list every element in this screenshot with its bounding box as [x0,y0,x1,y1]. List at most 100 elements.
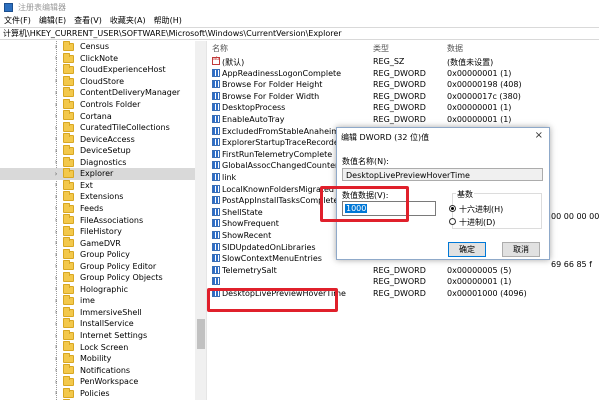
folder-icon [63,306,74,317]
expand-chevron-icon[interactable]: › [52,158,60,166]
tree-item[interactable]: › Internet Settings [0,329,195,342]
tree-item[interactable]: › InstallService [0,318,195,330]
expand-chevron-icon[interactable]: › [52,320,60,328]
column-header-data[interactable]: 数据 [447,43,463,54]
tree-item[interactable]: › Diagnostics [0,156,195,169]
expand-chevron-icon[interactable]: › [52,297,60,305]
table-row[interactable]: Browse For Folder Height REG_DWORD 0x00000… [208,78,599,90]
tree-item[interactable]: › ClickNote [0,52,195,65]
menu-item-2[interactable]: 查看(V) [74,15,102,26]
menu-item-0[interactable]: 文件(F) [4,15,31,26]
dec-radio[interactable] [449,218,456,225]
table-row[interactable]: TelemetrySalt REG_DWORD 0x00000005 (5) [208,264,599,276]
tree-item[interactable]: › DeviceAccess [0,133,195,145]
expand-chevron-icon[interactable]: › [52,216,60,224]
expand-chevron-icon[interactable]: › [52,89,60,97]
hex-radio-label[interactable]: 十六进制(H) [459,204,503,215]
expand-chevron-icon[interactable]: › [52,262,60,270]
value-name: EnableAutoTray [222,115,285,124]
expand-chevron-icon[interactable]: › [52,124,60,132]
tree-item[interactable]: › Group Policy Editor [0,260,195,272]
expand-chevron-icon[interactable]: › [52,366,60,374]
dec-radio-label[interactable]: 十进制(D) [459,217,495,228]
tree-item[interactable]: › DeviceSetup [0,144,195,157]
tree-item[interactable]: › CloudExperienceHost [0,64,195,76]
tree-item[interactable]: › Notifications [0,364,195,376]
tree-item[interactable]: › Census [0,41,195,53]
tree-item[interactable]: › GameDVR [0,237,195,249]
tree-item[interactable]: › Extensions [0,191,195,203]
expand-chevron-icon[interactable]: › [52,43,60,51]
expand-chevron-icon[interactable]: › [52,343,60,351]
expand-chevron-icon[interactable]: › [52,66,60,74]
cancel-button[interactable]: 取消 [502,242,540,257]
expand-chevron-icon[interactable]: › [52,54,60,62]
expand-chevron-icon[interactable]: › [52,274,60,282]
expand-chevron-icon[interactable]: › [52,101,60,109]
expand-chevron-icon[interactable]: › [52,170,60,178]
hex-radio[interactable] [449,205,456,212]
tree-item[interactable]: › ImmersiveShell [0,306,195,319]
expand-chevron-icon[interactable]: › [52,147,60,155]
expand-chevron-icon[interactable]: › [52,112,60,120]
tree-item[interactable]: › Ext [0,179,195,192]
table-row[interactable]: AppReadinessLogonComplete REG_DWORD 0x0000… [208,67,599,79]
expand-chevron-icon[interactable]: › [52,204,60,212]
expand-chevron-icon[interactable]: › [52,135,60,143]
table-row[interactable]: DesktopProcess REG_DWORD 0x00000001 (1) [208,101,599,113]
expand-chevron-icon[interactable]: › [52,77,60,85]
value-name: ShowRecent [222,231,272,240]
table-row[interactable]: Browse For Folder Width REG_DWORD 0x000001… [208,90,599,102]
tree-item[interactable]: › Feeds [0,202,195,215]
value-name: Browse For Folder Height [222,80,323,90]
tree-item[interactable]: › ime [0,295,195,307]
menu-item-4[interactable]: 帮助(H) [154,15,182,26]
expand-chevron-icon[interactable]: › [52,332,60,340]
address-bar[interactable]: 计算机\HKEY_CURRENT_USER\SOFTWARE\Microsoft… [0,27,599,40]
tree-item[interactable]: › PenWorkspace [0,375,195,388]
tree-item[interactable]: › Mobility [0,352,195,365]
ok-button[interactable]: 确定 [448,242,486,257]
tree-item-label: Cortana [80,111,112,121]
tree-scrollbar-thumb[interactable] [197,319,205,349]
column-header-type[interactable]: 类型 [373,43,389,54]
close-icon[interactable]: × [535,130,543,141]
table-row[interactable]: EnableAutoTray REG_DWORD 0x00000001 (1) [208,113,599,125]
tree-item[interactable]: › Holographic [0,283,195,296]
expand-chevron-icon[interactable]: › [52,285,60,293]
expand-chevron-icon[interactable]: › [52,181,60,189]
expand-chevron-icon[interactable]: › [52,308,60,316]
tree-scrollbar[interactable] [195,41,206,400]
menu-item-3[interactable]: 收藏夹(A) [110,15,146,26]
table-row[interactable]: (默认)REG_SZ(数值未设置) [208,55,599,67]
tree-item[interactable]: › ContentDeliveryManager [0,87,195,99]
tree-item[interactable]: › CloudStore [0,75,195,88]
tree-item[interactable]: › Explorer [0,168,195,180]
expand-chevron-icon[interactable]: › [52,193,60,201]
table-row[interactable]: REG_DWORD 0x00000001 (1) [208,275,599,287]
column-header-name[interactable]: 名称 [212,43,228,54]
expand-chevron-icon[interactable]: › [52,355,60,363]
tree-item[interactable]: › Policies [0,387,195,400]
expand-chevron-icon[interactable]: › [52,239,60,247]
tree-item[interactable]: › Group Policy [0,248,195,261]
tree-item[interactable]: › Group Policy Objects [0,272,195,284]
tree-item[interactable]: › Controls Folder [0,98,195,111]
dword-value-icon [212,68,220,77]
expand-chevron-icon[interactable]: › [52,251,60,259]
address-path[interactable]: 计算机\HKEY_CURRENT_USER\SOFTWARE\Microsoft… [3,28,342,39]
folder-icon [63,121,74,132]
tree-item-label: Policies [80,388,110,398]
folder-icon [63,329,74,340]
tree-item[interactable]: › FileHistory [0,225,195,238]
tree-item[interactable]: › FileAssociations [0,214,195,226]
expand-chevron-icon[interactable]: › [52,378,60,386]
expand-chevron-icon[interactable]: › [52,389,60,397]
tree-item[interactable]: › Cortana [0,110,195,122]
dword-value-icon [212,231,220,239]
expand-chevron-icon[interactable]: › [52,228,60,236]
tree-item[interactable]: › CuratedTileCollections [0,121,195,134]
menu-item-1[interactable]: 编辑(E) [39,15,66,26]
dword-value-icon [212,126,220,135]
tree-item[interactable]: › Lock Screen [0,341,195,353]
